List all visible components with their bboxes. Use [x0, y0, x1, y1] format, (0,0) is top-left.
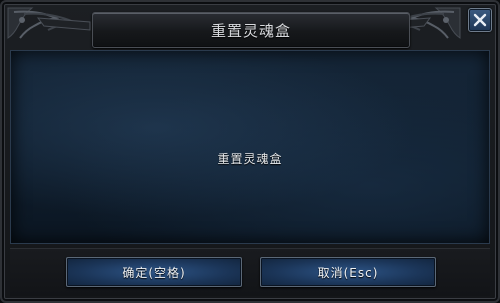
- button-bar: 确定(空格) 取消(Esc): [10, 248, 490, 296]
- dialog-message: 重置灵魂盒: [217, 151, 283, 166]
- confirm-button[interactable]: 确定(空格): [66, 257, 242, 287]
- close-button[interactable]: [468, 8, 492, 32]
- message-panel: 重置灵魂盒: [10, 50, 490, 244]
- corner-ornament-left-icon: [7, 7, 91, 39]
- cancel-button[interactable]: 取消(Esc): [260, 257, 436, 287]
- title-bar: 重置灵魂盒: [92, 12, 410, 48]
- close-icon: [473, 13, 487, 27]
- reset-soul-box-dialog: 重置灵魂盒 重置灵魂盒 确定(空格) 取消(Esc): [0, 0, 500, 303]
- dialog-title: 重置灵魂盒: [210, 21, 291, 40]
